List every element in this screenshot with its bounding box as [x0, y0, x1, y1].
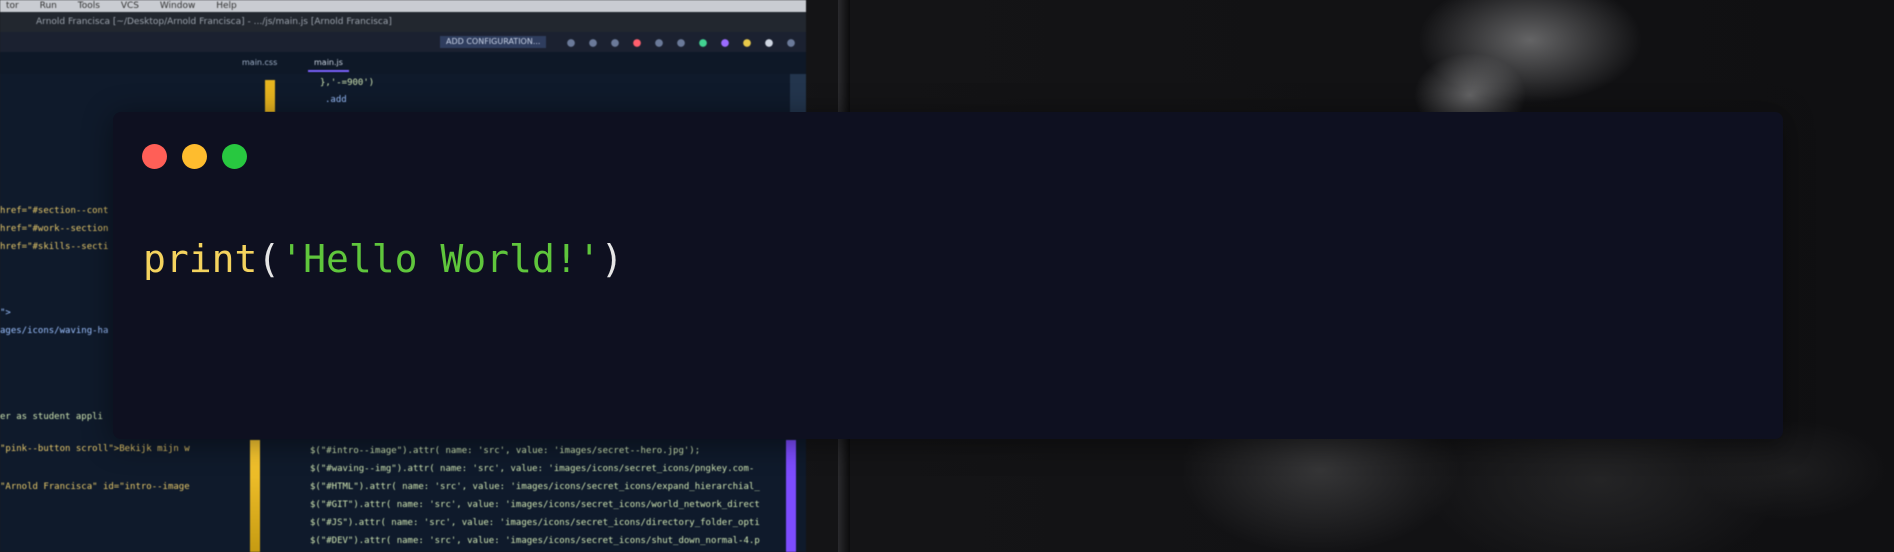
tab-main-js: main.js: [308, 56, 349, 72]
screen: tor Run Tools VCS Window Help Arnold Fra…: [0, 0, 1894, 552]
code-snippet: print('Hello World!'): [143, 232, 623, 286]
code-string-literal: 'Hello World!': [280, 237, 601, 281]
code-line: er as student appli: [0, 412, 103, 422]
code-line: },'-=900'): [320, 78, 375, 88]
maximize-window-button[interactable]: [222, 144, 247, 169]
code-line: $("#intro--image").attr( name: 'src', va…: [310, 446, 701, 456]
code-close-paren: ): [600, 237, 624, 281]
right-sidebar: [790, 74, 806, 114]
ide-toolbar: ADD CONFIGURATION...: [0, 32, 806, 52]
code-line: $("#JS").attr( name: 'src', value: 'imag…: [310, 518, 760, 528]
code-line: ">: [0, 308, 11, 318]
code-open-paren: (: [257, 237, 281, 281]
code-line: href="#work--section: [0, 224, 109, 234]
code-line: $("#waving--img").attr( name: 'src', val…: [310, 464, 755, 474]
code-line: "pink--button scroll">Bekijk mijn w: [0, 444, 190, 454]
code-line: .add: [325, 95, 347, 105]
close-window-button[interactable]: [142, 144, 167, 169]
code-line: $("#HTML").attr( name: 'src', value: 'im…: [310, 482, 760, 492]
code-function-name: print: [143, 237, 258, 281]
menubar-item: Help: [216, 1, 237, 11]
menubar-item: Tools: [77, 1, 100, 11]
tab-main-css: main.css: [242, 58, 278, 67]
menubar-item: VCS: [120, 1, 139, 11]
os-menubar: tor Run Tools VCS Window Help: [0, 0, 806, 12]
gutter-highlight: [265, 80, 275, 112]
minimize-window-button[interactable]: [182, 144, 207, 169]
code-line: href="#skills--secti: [0, 242, 109, 252]
code-line: href="#section--cont: [0, 206, 109, 216]
code-line: $("#GIT").attr( name: 'src', value: 'ima…: [310, 500, 760, 510]
code-line: ages/icons/waving-ha: [0, 326, 109, 336]
ide-window-title: Arnold Franciscа [~/Desktop/Arnold Franc…: [0, 12, 806, 32]
toolbar-icons: [565, 39, 805, 47]
menubar-item: tor: [6, 1, 19, 11]
code-line: $("#DEV").attr( name: 'src', value: 'ima…: [310, 536, 760, 546]
menubar-item: Run: [39, 1, 57, 11]
editor-tabs: main.css main.js: [0, 52, 806, 74]
code-line: "Arnold Franciscа" id="intro--image: [0, 482, 190, 492]
gutter-highlight: [250, 440, 260, 552]
add-configuration-button: ADD CONFIGURATION...: [440, 36, 547, 48]
menubar-item: Window: [159, 1, 196, 11]
scrollbar-marker: [786, 440, 796, 552]
